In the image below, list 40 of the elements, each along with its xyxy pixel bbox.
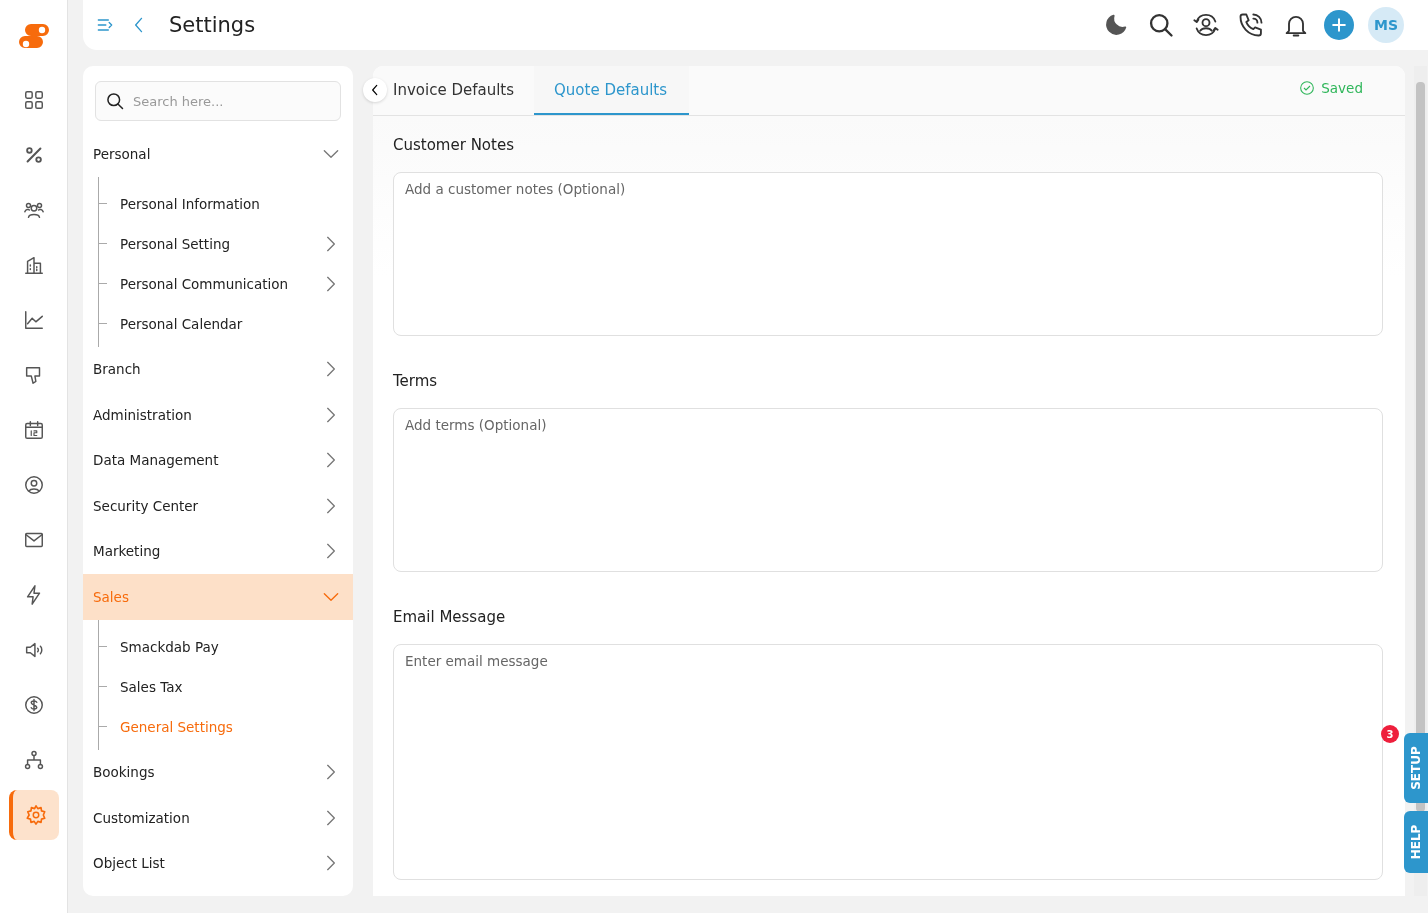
search-field[interactable]: Search here... <box>95 81 341 121</box>
gear-icon <box>24 803 47 826</box>
sidebar-subitem[interactable]: Personal Information <box>99 183 353 224</box>
calendar-icon <box>22 418 45 441</box>
sidebar-item[interactable]: Marketing <box>83 528 353 574</box>
dollar-circle-icon <box>22 693 45 716</box>
sidebar-item[interactable]: Bookings <box>83 749 353 795</box>
search-icon <box>1147 11 1175 39</box>
page-title: Settings <box>169 13 257 37</box>
check-circle-icon <box>1299 79 1316 96</box>
sidebar-subitem[interactable]: Sales Tax <box>99 666 353 707</box>
sidebar-subitem[interactable]: Personal Setting <box>99 223 353 264</box>
collapse-button[interactable] <box>363 78 387 102</box>
sidebar-item[interactable]: Customization <box>83 795 353 841</box>
text-area[interactable]: Add terms (Optional) <box>393 408 1383 572</box>
sidebar-item[interactable]: Security Center <box>83 483 353 529</box>
user-circle-icon <box>22 473 45 496</box>
sidebar-item[interactable]: Branch <box>83 346 353 392</box>
field-label: Terms <box>393 372 439 390</box>
gear-nav-button[interactable] <box>8 789 59 840</box>
sidebar-item[interactable]: Administration <box>83 392 353 438</box>
text-area[interactable]: Add a customer notes (Optional) <box>393 172 1383 336</box>
plus-icon <box>1329 15 1349 35</box>
sidebar-item[interactable]: Data Management <box>83 437 353 483</box>
save-status: Saved <box>1321 79 1363 96</box>
field-label: Customer Notes <box>393 136 515 154</box>
phone-icon <box>1237 11 1265 39</box>
add-button[interactable] <box>1324 10 1354 40</box>
sidebar-subitem[interactable]: Personal Calendar <box>99 303 353 344</box>
sidebar-item[interactable]: Object List <box>83 840 353 886</box>
hierarchy-icon <box>22 748 45 771</box>
sidebar-item[interactable]: Personal <box>83 131 353 177</box>
text-area[interactable]: Enter email message <box>393 644 1383 880</box>
tab[interactable]: Invoice Defaults <box>389 66 535 115</box>
sidebar-subitem[interactable]: Personal Communication <box>99 263 353 304</box>
grid-icon <box>22 88 45 111</box>
sidebar-subitem[interactable]: Smackdab Pay <box>99 626 353 667</box>
field-label: Email Message <box>393 608 507 626</box>
chart-icon <box>22 308 45 331</box>
user-sync-icon <box>1192 11 1220 39</box>
